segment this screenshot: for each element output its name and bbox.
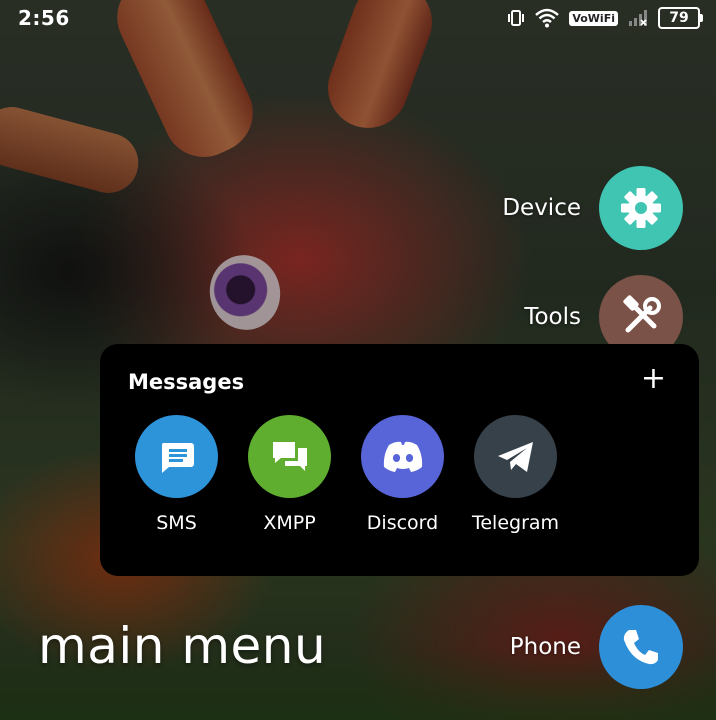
phone-shortcut[interactable]: Phone	[510, 605, 683, 689]
app-label-xmpp: XMPP	[263, 512, 316, 534]
messages-app-list: SMS XMPP Discord Telegram	[120, 415, 572, 534]
tools-icon	[623, 295, 661, 333]
vowifi-badge: VoWiFi	[569, 10, 618, 26]
device-button[interactable]	[599, 166, 683, 250]
app-label-telegram: Telegram	[471, 512, 560, 534]
page-title: main menu	[38, 617, 327, 675]
device-shortcut[interactable]: Device	[502, 166, 683, 250]
sms-icon	[161, 442, 194, 473]
battery-indicator: 79	[658, 7, 703, 29]
vibrate-icon	[508, 10, 525, 26]
app-xmpp[interactable]: XMPP	[233, 415, 346, 534]
add-shortcut-button[interactable]: +	[641, 364, 666, 394]
app-label-sms: SMS	[156, 512, 197, 534]
messages-panel: Messages + SMS XMPP Discord Telegram	[100, 344, 699, 576]
telegram-app-icon[interactable]	[474, 415, 557, 498]
phone-button[interactable]	[599, 605, 683, 689]
app-label-discord: Discord	[366, 512, 439, 534]
gear-icon	[621, 188, 661, 228]
xmpp-app-icon[interactable]	[248, 415, 331, 498]
tools-label: Tools	[524, 304, 581, 330]
sms-app-icon[interactable]	[135, 415, 218, 498]
chat-bubbles-icon	[272, 441, 307, 471]
signal-no-service-icon	[629, 10, 647, 26]
discord-icon	[383, 441, 422, 472]
discord-app-icon[interactable]	[361, 415, 444, 498]
wifi-icon	[535, 8, 560, 28]
app-telegram[interactable]: Telegram	[459, 415, 572, 534]
status-icons: VoWiFi 79	[507, 7, 703, 29]
phone-icon	[623, 630, 658, 665]
phone-label: Phone	[509, 634, 581, 660]
device-label: Device	[502, 195, 581, 221]
app-discord[interactable]: Discord	[346, 415, 459, 534]
status-time: 2:56	[18, 6, 70, 30]
app-sms[interactable]: SMS	[120, 415, 233, 534]
telegram-icon	[497, 441, 533, 472]
status-bar: 2:56 VoWiFi 79	[0, 0, 716, 34]
messages-title: Messages	[128, 370, 245, 394]
